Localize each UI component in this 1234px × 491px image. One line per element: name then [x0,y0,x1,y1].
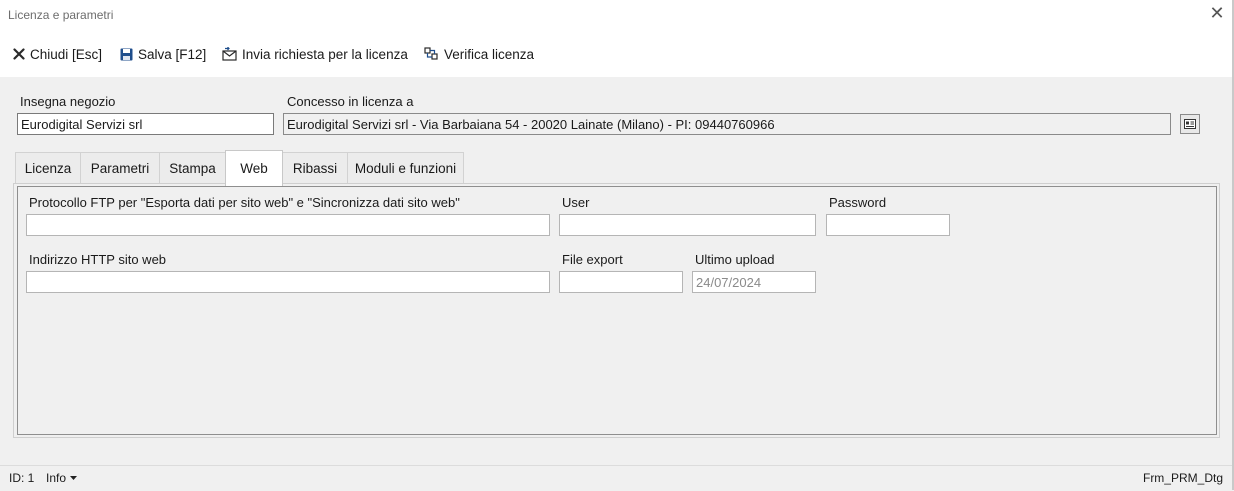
info-dropdown[interactable]: Info [46,471,78,485]
toolbar: Chiudi [Esc] Salva [F12] Invia richiesta… [0,30,1232,77]
user-label: User [562,195,590,210]
save-button[interactable]: Salva [F12] [120,45,206,63]
window-close-icon[interactable]: ✕ [1208,4,1226,22]
password-label: Password [829,195,887,210]
floppy-disk-icon [120,48,133,60]
license-details-button[interactable] [1180,114,1200,134]
file-export-input[interactable] [559,271,683,293]
form-name: Frm_PRM_Dtg [1142,471,1223,485]
mail-send-icon [222,47,237,61]
save-button-label: Salva [F12] [138,46,207,62]
tab-stampa[interactable]: Stampa [159,152,226,184]
chevron-down-icon [70,476,78,480]
window-title: Licenza e parametri [8,8,114,22]
http-address-input[interactable] [26,271,550,293]
close-button-label: Chiudi [Esc] [30,46,103,62]
user-input[interactable] [559,214,816,236]
tab-web[interactable]: Web [225,150,283,186]
status-bar: ID: 1 Info Frm_PRM_Dtg [0,465,1232,491]
verify-license-button[interactable]: Verifica licenza [424,45,534,63]
http-address-label: Indirizzo HTTP sito web [29,252,167,267]
close-button[interactable]: Chiudi [Esc] [13,45,102,63]
send-license-request-button[interactable]: Invia richiesta per la licenza [222,45,408,63]
licensed-to-field [283,113,1171,135]
verify-icon [424,47,438,60]
close-icon [13,48,25,60]
verify-license-label: Verifica licenza [444,46,535,62]
licensed-to-label: Concesso in licenza a [287,94,414,109]
record-id: ID: 1 [9,471,35,485]
tab-ribassi[interactable]: Ribassi [282,152,348,184]
title-bar [0,0,1232,30]
id-card-icon [1184,119,1196,129]
last-upload-field [692,271,816,293]
tab-moduli-e-funzioni[interactable]: Moduli e funzioni [347,152,464,184]
file-export-label: File export [562,252,623,267]
shop-sign-label: Insegna negozio [20,94,116,109]
ftp-protocol-label: Protocollo FTP per "Esporta dati per sit… [29,195,460,210]
tab-parametri[interactable]: Parametri [80,152,160,184]
tab-licenza[interactable]: Licenza [15,152,81,184]
shop-sign-input[interactable] [17,113,274,135]
last-upload-label: Ultimo upload [695,252,775,267]
info-dropdown-label: Info [46,471,67,485]
send-license-request-label: Invia richiesta per la licenza [242,46,408,62]
password-input[interactable] [826,214,950,236]
ftp-protocol-input[interactable] [26,214,550,236]
